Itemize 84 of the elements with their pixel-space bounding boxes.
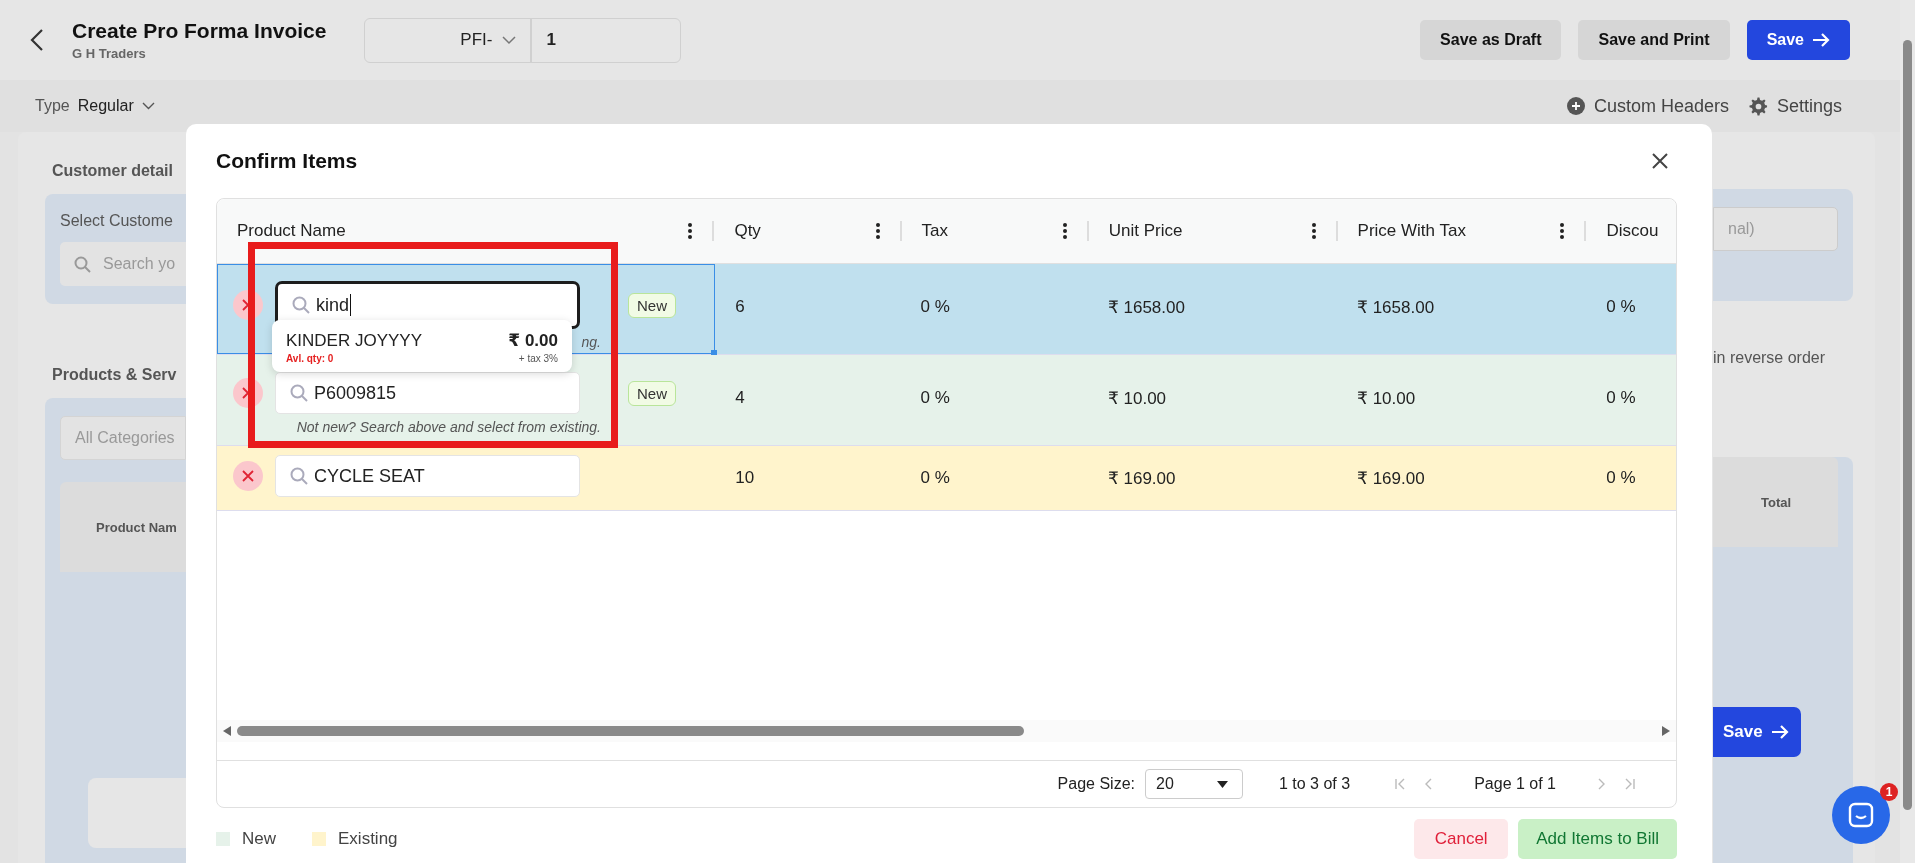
column-header[interactable]: Discou <box>1586 221 1676 241</box>
custom-headers-link[interactable]: Custom Headers <box>1566 95 1729 117</box>
type-dropdown[interactable]: Regular <box>77 97 155 115</box>
plus-circle-icon <box>1566 97 1585 115</box>
type-label: Type <box>35 97 70 115</box>
scroll-right-icon[interactable] <box>1662 726 1670 736</box>
more-vertical-icon[interactable] <box>688 223 693 239</box>
settings-link[interactable]: Settings <box>1748 95 1842 117</box>
arrow-right-icon <box>1770 724 1789 740</box>
item-row[interactable]: CYCLE SEAT 10 0 % ₹ 169.00 ₹ 169.00 0 % <box>217 446 1676 511</box>
page-size-dropdown[interactable]: 20 <box>1145 769 1243 799</box>
page-scrollbar[interactable] <box>1900 0 1915 863</box>
unit-price-cell-text: ₹ 1658.00 <box>1106 296 1186 319</box>
new-badge: New <box>628 380 676 406</box>
more-vertical-icon[interactable] <box>1062 223 1067 239</box>
more-vertical-icon[interactable] <box>1560 223 1565 239</box>
dialog-title: Confirm Items <box>216 149 358 173</box>
unit-price-cell-text: ₹ 10.00 <box>1106 387 1168 410</box>
suggestion-dropdown[interactable]: KINDER JOYYYY ₹ 0.00 Avl. qty: 0 + tax 3% <box>272 320 572 372</box>
hint-text: ng. <box>581 334 601 350</box>
column-header[interactable]: Product Name <box>217 221 713 241</box>
new-badge: New <box>628 292 676 318</box>
column-header: Total <box>1761 494 1792 510</box>
header-button[interactable]: Save and Print <box>1578 20 1730 60</box>
suggestion-price: ₹ 0.00 <box>508 330 558 351</box>
chevron-down-icon <box>141 102 155 110</box>
column-header[interactable]: Unit Price <box>1088 221 1336 241</box>
company-name: G H Traders <box>72 46 147 61</box>
tax-text: + tax 3% <box>518 353 558 364</box>
discount-cell-text: 0 % <box>1605 296 1637 318</box>
section-heading: Products & Serv <box>52 366 178 384</box>
price-with-tax-cell-text: ₹ 1658.00 <box>1356 296 1436 319</box>
column-header[interactable]: Price With Tax <box>1337 221 1585 241</box>
remove-icon[interactable] <box>233 378 263 408</box>
more-vertical-icon[interactable] <box>875 223 880 239</box>
field-label: Select Custome <box>60 212 174 230</box>
tax-cell-text: 0 % <box>919 467 951 489</box>
qty-cell-text: 4 <box>734 387 746 409</box>
section-heading: Customer detail <box>52 162 174 180</box>
settings-icon <box>1748 96 1768 116</box>
chat-icon <box>1847 801 1875 829</box>
save-button[interactable]: Save <box>1713 707 1801 757</box>
back-icon[interactable] <box>30 28 44 52</box>
search-icon <box>74 255 91 273</box>
page-size-label: Page Size: <box>1057 775 1135 793</box>
price-with-tax-cell-text: ₹ 10.00 <box>1356 387 1417 410</box>
discount-cell-text: 0 % <box>1605 387 1637 409</box>
tax-cell-text: 0 % <box>919 387 951 409</box>
qty-cell-text: 10 <box>734 467 756 489</box>
horizontal-scrollbar[interactable] <box>217 720 1676 742</box>
unit-price-cell-text: ₹ 169.00 <box>1106 467 1177 490</box>
remove-icon[interactable] <box>233 290 263 320</box>
caret-down-icon <box>1217 780 1228 788</box>
search-icon <box>290 384 308 402</box>
more-vertical-icon[interactable] <box>1311 223 1316 239</box>
header-button[interactable]: Save <box>1746 20 1850 60</box>
dialog-button[interactable]: Cancel <box>1414 819 1509 859</box>
hint-text: Not new? Search above and select from existing. <box>296 419 601 435</box>
tax-cell-text: 0 % <box>919 296 951 318</box>
price-with-tax-cell-text: ₹ 169.00 <box>1356 467 1426 490</box>
column-header[interactable]: Tax <box>901 221 1087 241</box>
reverse-order-label: in reverse order <box>1713 349 1827 367</box>
column-header[interactable]: Qty <box>714 221 900 241</box>
legend-label: Existing <box>338 829 398 849</box>
qty-cell-text: 6 <box>734 296 746 318</box>
suggestion-name: KINDER JOYYYY <box>286 331 423 351</box>
header-button[interactable]: Save as Draft <box>1420 20 1562 60</box>
close-icon[interactable] <box>1651 152 1669 170</box>
page-indicator: Page 1 of 1 <box>1474 775 1556 793</box>
legend-label: New <box>242 829 276 849</box>
product-search-field[interactable]: P6009815 <box>275 372 580 414</box>
notification-badge: 1 <box>1880 783 1898 801</box>
stock-text: Avl. qty: 0 <box>286 353 334 364</box>
discount-cell-text: 0 % <box>1605 467 1637 489</box>
row-range-text: 1 to 3 of 3 <box>1279 775 1351 793</box>
column-header: Product Nam <box>96 519 177 535</box>
search-icon <box>292 296 310 314</box>
scroll-left-icon[interactable] <box>223 726 231 736</box>
arrow-right-icon <box>1812 32 1830 48</box>
remove-icon[interactable] <box>233 461 263 491</box>
search-icon <box>290 467 308 485</box>
dialog-button[interactable]: Add Items to Bill <box>1518 819 1677 859</box>
product-search-field[interactable]: CYCLE SEAT <box>275 455 580 497</box>
page-title: Create Pro Forma Invoice <box>72 19 327 43</box>
